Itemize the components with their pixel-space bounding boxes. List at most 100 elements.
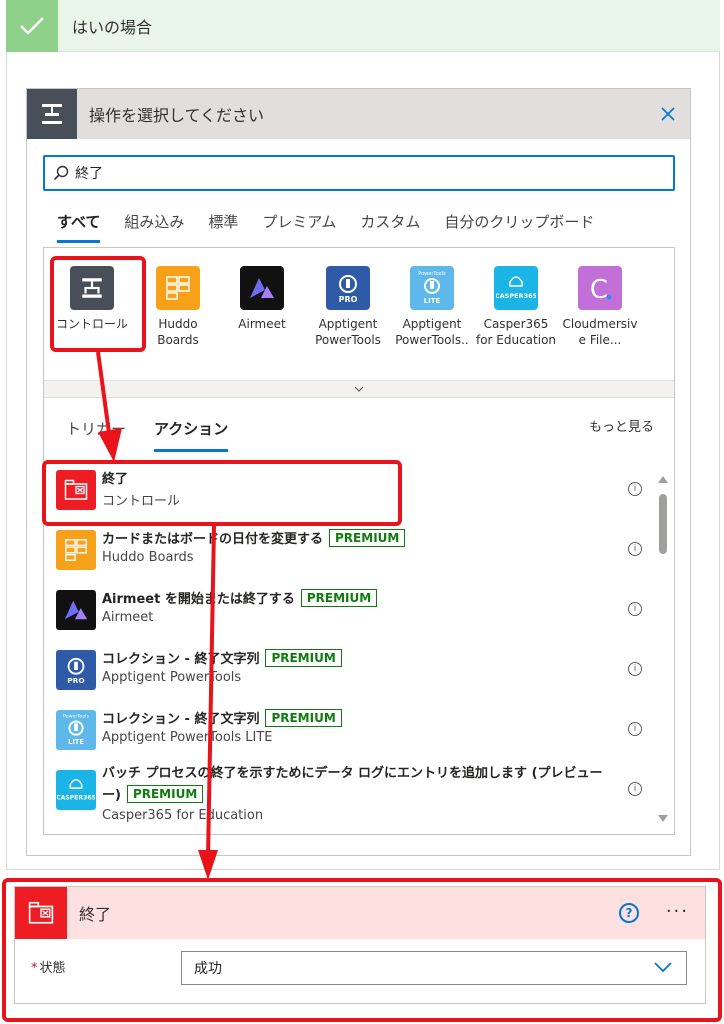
action-connector: Huddo Boards bbox=[102, 550, 194, 565]
tab-built-in[interactable]: 組み込み bbox=[124, 207, 184, 243]
action-name-continued: ー) PREMIUM bbox=[102, 784, 204, 803]
connector-airmeet[interactable]: Airmeet bbox=[220, 266, 304, 332]
svg-text:PRO: PRO bbox=[339, 295, 358, 304]
apptigent-pro-icon: PRO bbox=[56, 650, 96, 690]
premium-badge: PREMIUM bbox=[265, 708, 342, 727]
info-icon[interactable]: i bbox=[628, 602, 642, 616]
connector-casper365[interactable]: CASPER365 Casper365 for Education bbox=[474, 266, 558, 348]
svg-text:CASPER365: CASPER365 bbox=[57, 794, 95, 801]
action-item-casper365-batch-end[interactable]: CASPER365 バッチ プロセスの終了を示すためにデータ ログにエントリを追… bbox=[56, 760, 646, 834]
control-icon bbox=[27, 89, 77, 139]
terminate-icon bbox=[56, 470, 96, 510]
svg-text:CASPER365: CASPER365 bbox=[496, 292, 536, 300]
terminate-icon bbox=[15, 887, 67, 939]
choose-operation-title: 操作を選択してください bbox=[89, 106, 265, 125]
info-icon[interactable]: i bbox=[628, 722, 642, 736]
branch-title: はいの場合 bbox=[72, 17, 153, 37]
connector-control[interactable]: コントロール bbox=[50, 266, 134, 332]
action-name: カードまたはボードの日付を変更する PREMIUM bbox=[102, 528, 406, 547]
action-connector: Apptigent PowerTools bbox=[102, 670, 242, 685]
choose-operation-header: 操作を選択してください bbox=[27, 89, 690, 139]
action-item-collection-end-string[interactable]: PRO コレクション - 終了文字列 PREMIUM Apptigent Powe… bbox=[56, 640, 646, 700]
scroll-thumb[interactable] bbox=[659, 494, 667, 554]
premium-badge: PREMIUM bbox=[126, 784, 204, 803]
action-list-scrollbar[interactable] bbox=[658, 476, 668, 822]
help-icon[interactable]: ? bbox=[619, 903, 639, 923]
see-more-link[interactable]: もっと見る bbox=[589, 416, 654, 435]
status-label: * 状態 bbox=[31, 961, 66, 976]
info-icon[interactable]: i bbox=[628, 662, 642, 676]
connector-apptigent-powertools[interactable]: PRO Apptigent PowerTools bbox=[306, 266, 390, 348]
search-icon bbox=[53, 165, 69, 181]
checkmark-icon bbox=[6, 0, 58, 52]
required-mark: * bbox=[31, 961, 38, 976]
connector-apptigent-powertools-lite[interactable]: PowerTools LITE Apptigent PowerTools.. bbox=[390, 266, 474, 348]
info-icon[interactable]: i bbox=[628, 482, 642, 496]
cloudmersive-icon: C bbox=[578, 266, 622, 310]
action-name: 終了 bbox=[102, 472, 129, 487]
apptigent-lite-icon: PowerTools LITE bbox=[410, 266, 454, 310]
tab-all[interactable]: すべて bbox=[57, 207, 101, 243]
tab-triggers[interactable]: トリガー bbox=[66, 416, 126, 452]
terminate-card-header[interactable]: 終了 ? ··· bbox=[15, 887, 705, 939]
action-item-huddo-change-date[interactable]: カードまたはボードの日付を変更する PREMIUM Huddo Boards i bbox=[56, 520, 646, 580]
action-name: Airmeet を開始または終了する PREMIUM bbox=[102, 588, 378, 607]
action-connector: Casper365 for Education bbox=[102, 808, 264, 823]
connector-cloudmersive[interactable]: C Cloudmersiv e File... bbox=[558, 266, 642, 348]
tab-actions[interactable]: アクション bbox=[154, 416, 229, 452]
tab-custom[interactable]: カスタム bbox=[360, 207, 420, 243]
connector-label: コントロール bbox=[55, 317, 128, 331]
branch-header[interactable]: はいの場合 bbox=[6, 0, 720, 52]
control-icon bbox=[70, 266, 114, 310]
terminate-card-title: 終了 bbox=[79, 905, 112, 924]
more-options-icon[interactable]: ··· bbox=[666, 901, 689, 922]
svg-text:C: C bbox=[590, 275, 608, 304]
apptigent-pro-icon: PRO bbox=[326, 266, 370, 310]
tab-standard[interactable]: 標準 bbox=[208, 207, 238, 243]
tab-my-clipboard[interactable]: 自分のクリップボード bbox=[444, 207, 594, 243]
status-dropdown[interactable]: 成功 bbox=[181, 951, 687, 985]
action-item-collection-end-string-lite[interactable]: PowerTools LITE コレクション - 終了文字列 PREMIUM App… bbox=[56, 700, 646, 760]
search-input[interactable] bbox=[75, 165, 635, 181]
connector-list: コントロール Huddo Boards Airmeet PRO Apptigent… bbox=[44, 248, 674, 380]
scroll-up-icon[interactable] bbox=[658, 476, 668, 483]
casper365-icon: CASPER365 bbox=[56, 770, 96, 810]
choose-operation-card: 操作を選択してください すべて 組み込み 標準 プレミアム カスタム 自分のクリ… bbox=[26, 88, 691, 856]
casper365-icon: CASPER365 bbox=[494, 266, 538, 310]
category-tabs: すべて 組み込み 標準 プレミアム カスタム 自分のクリップボード bbox=[57, 207, 618, 243]
status-value: 成功 bbox=[194, 961, 222, 977]
action-item-airmeet-start-end[interactable]: Airmeet を開始または終了する PREMIUM Airmeet i bbox=[56, 580, 646, 640]
action-type-tabs: トリガー アクション bbox=[66, 416, 256, 452]
action-name: コレクション - 終了文字列 PREMIUM bbox=[102, 708, 342, 727]
tab-premium[interactable]: プレミアム bbox=[262, 207, 336, 243]
info-icon[interactable]: i bbox=[628, 782, 642, 796]
expand-connectors-button[interactable] bbox=[44, 380, 674, 398]
action-name: バッチ プロセスの終了を示すためにデータ ログにエントリを追加します (プレビュ… bbox=[102, 766, 603, 781]
premium-badge: PREMIUM bbox=[329, 528, 406, 547]
results-panel: コントロール Huddo Boards Airmeet PRO Apptigent… bbox=[43, 247, 675, 835]
chevron-down-icon bbox=[654, 962, 672, 973]
premium-badge: PREMIUM bbox=[265, 648, 342, 667]
action-connector: Apptigent PowerTools LITE bbox=[102, 730, 273, 745]
search-box[interactable] bbox=[43, 155, 675, 191]
action-connector: Airmeet bbox=[102, 610, 154, 625]
svg-text:PRO: PRO bbox=[67, 676, 85, 685]
close-icon[interactable] bbox=[656, 102, 680, 126]
action-connector: コントロール bbox=[102, 494, 181, 509]
airmeet-icon bbox=[56, 590, 96, 630]
huddo-boards-icon bbox=[56, 530, 96, 570]
info-icon[interactable]: i bbox=[628, 542, 642, 556]
svg-text:LITE: LITE bbox=[68, 738, 84, 746]
chevron-down-icon bbox=[354, 386, 364, 392]
svg-text:PowerTools: PowerTools bbox=[418, 271, 446, 277]
action-list: 終了 コントロール i カードまたはボードの日付を変更する PREMIUM Hud… bbox=[44, 460, 654, 834]
connector-huddo-boards[interactable]: Huddo Boards bbox=[136, 266, 220, 348]
huddo-boards-icon bbox=[156, 266, 200, 310]
terminate-card: 終了 ? ··· * 状態 成功 bbox=[14, 886, 706, 1004]
svg-text:PowerTools: PowerTools bbox=[63, 714, 89, 720]
action-item-terminate[interactable]: 終了 コントロール i bbox=[56, 460, 646, 520]
svg-text:LITE: LITE bbox=[424, 297, 441, 305]
premium-badge: PREMIUM bbox=[300, 588, 378, 607]
scroll-down-icon[interactable] bbox=[658, 815, 668, 822]
airmeet-icon bbox=[240, 266, 284, 310]
